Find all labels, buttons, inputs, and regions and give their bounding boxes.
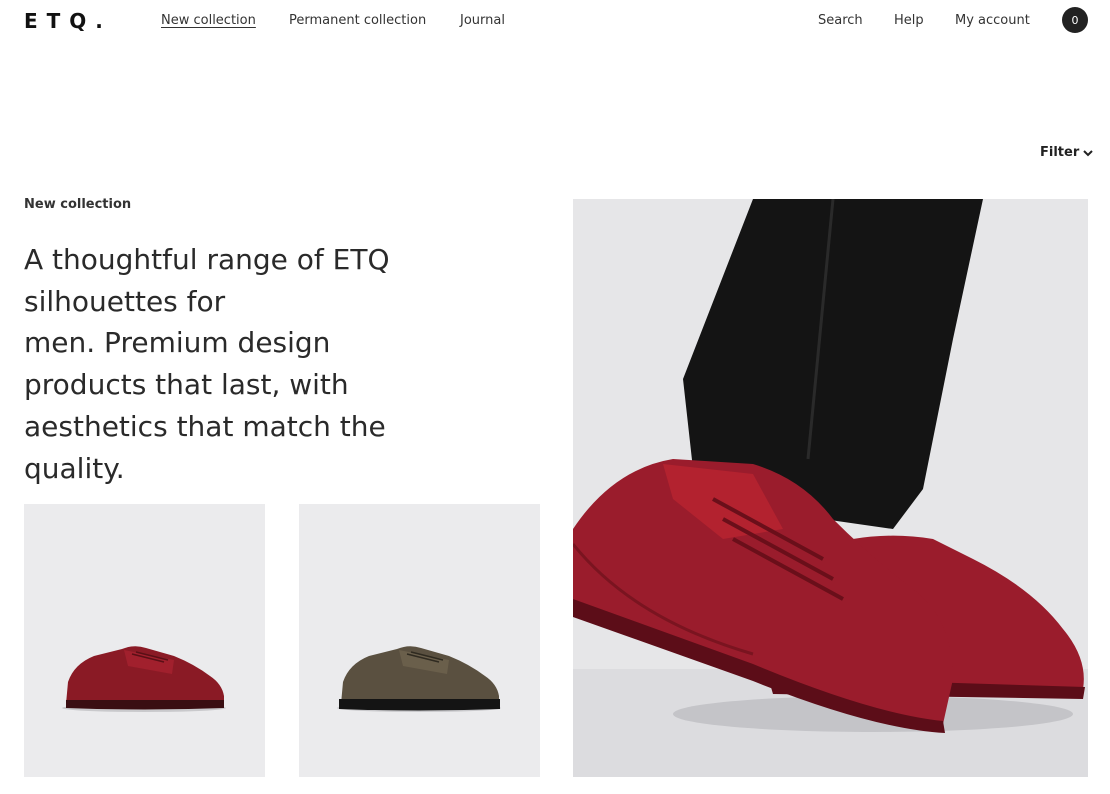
search-link[interactable]: Search — [818, 13, 863, 28]
nav-journal[interactable]: Journal — [460, 13, 505, 28]
nav-permanent-collection[interactable]: Permanent collection — [289, 13, 426, 28]
nav-new-collection[interactable]: New collection — [161, 13, 256, 28]
intro-line: A thoughtful range of ETQ — [24, 243, 390, 276]
filter-button[interactable]: Filter — [1040, 145, 1093, 160]
collection-breadcrumb: New collection — [24, 197, 132, 212]
red-sneaker-image — [62, 646, 226, 712]
hero-image[interactable] — [573, 199, 1088, 777]
my-account-link[interactable]: My account — [955, 13, 1030, 28]
cart-count: 0 — [1071, 13, 1079, 27]
intro-line: aesthetics that match the — [24, 409, 386, 443]
product-card[interactable] — [24, 504, 265, 777]
olive-sneaker-image — [337, 646, 501, 712]
product-card[interactable] — [299, 504, 540, 777]
collection-intro: A thoughtful range of ETQ silhouettes fo… — [24, 239, 444, 489]
cart-button[interactable]: 0 — [1062, 7, 1088, 33]
filter-label: Filter — [1040, 145, 1080, 160]
etq-logo[interactable]: ETQ. — [24, 9, 112, 33]
chevron-down-icon — [1083, 149, 1093, 156]
intro-line: silhouettes for — [24, 284, 226, 318]
intro-line: quality. — [24, 451, 125, 485]
help-link[interactable]: Help — [894, 13, 924, 28]
intro-line: men. Premium design — [24, 326, 331, 360]
hero-sneakers-photo — [573, 199, 1088, 777]
intro-line: products that last, with — [24, 368, 349, 402]
